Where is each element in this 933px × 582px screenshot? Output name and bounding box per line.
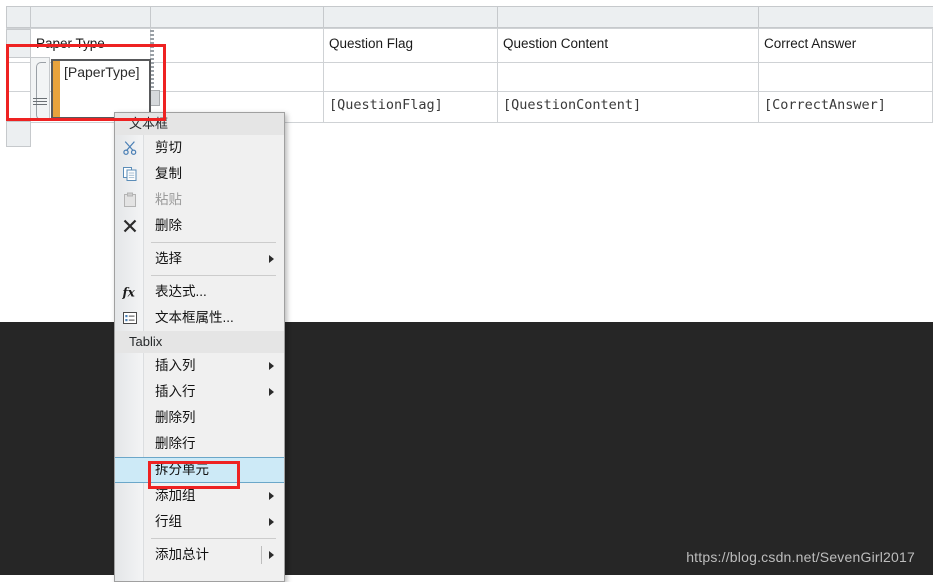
context-menu[interactable]: 文本框 剪切 复制 粘贴 删除 选择 fx 表达式... 文本框属性... Ta… xyxy=(114,112,285,582)
menu-separator xyxy=(151,275,276,276)
chevron-right-icon xyxy=(269,255,274,263)
chevron-right-icon xyxy=(269,388,274,396)
row-group-bracket[interactable] xyxy=(30,57,50,121)
menu-item-insert-column-label: 插入列 xyxy=(155,358,196,373)
header-cell-question-content[interactable]: Question Content xyxy=(503,36,608,51)
menu-item-expression-label: 表达式... xyxy=(155,284,207,299)
menu-item-row-group[interactable]: 行组 xyxy=(115,509,284,535)
row-group-bracket-shape xyxy=(36,62,46,120)
menu-item-textbox-properties[interactable]: 文本框属性... xyxy=(115,305,284,331)
menu-item-paste[interactable]: 粘贴 xyxy=(115,187,284,213)
menu-item-cut[interactable]: 剪切 xyxy=(115,135,284,161)
menu-separator xyxy=(151,242,276,243)
column-handle-2[interactable] xyxy=(150,6,324,28)
menu-item-split-divider xyxy=(261,546,262,564)
paste-icon xyxy=(121,191,139,209)
context-menu-section-tablix: Tablix xyxy=(115,331,284,353)
column-handle-4[interactable] xyxy=(497,6,759,28)
row-handle-footer[interactable] xyxy=(6,121,31,147)
grid-line-vertical xyxy=(758,28,759,122)
menu-item-delete-row[interactable]: 删除行 xyxy=(115,431,284,457)
menu-item-delete-column[interactable]: 删除列 xyxy=(115,405,284,431)
selected-textbox-value: [PaperType] xyxy=(64,64,140,80)
menu-item-add-total[interactable]: 添加总计 xyxy=(115,542,284,568)
menu-item-select-label: 选择 xyxy=(155,251,182,266)
menu-item-insert-row-label: 插入行 xyxy=(155,384,196,399)
copy-icon xyxy=(121,165,139,183)
menu-separator xyxy=(151,538,276,539)
menu-item-delete-row-label: 删除行 xyxy=(155,436,196,451)
menu-item-add-group-label: 添加组 xyxy=(155,488,196,503)
menu-item-insert-row[interactable]: 插入行 xyxy=(115,379,284,405)
data-cell-correct-answer[interactable]: [CorrectAnswer] xyxy=(764,97,886,113)
menu-item-cut-label: 剪切 xyxy=(155,140,182,155)
menu-item-add-total-label: 添加总计 xyxy=(155,547,209,562)
menu-item-split-cells-label: 拆分单元 xyxy=(155,462,209,477)
properties-icon xyxy=(121,309,139,327)
chevron-right-icon xyxy=(269,362,274,370)
menu-item-copy-label: 复制 xyxy=(155,166,182,181)
chevron-right-icon xyxy=(269,551,274,559)
menu-item-select[interactable]: 选择 xyxy=(115,246,284,272)
menu-item-copy[interactable]: 复制 xyxy=(115,161,284,187)
menu-item-delete[interactable]: 删除 xyxy=(115,213,284,239)
row-group-grip-icon[interactable] xyxy=(33,96,47,107)
grid-line-vertical xyxy=(497,28,498,122)
selection-indicator-bar xyxy=(53,61,60,117)
data-cell-question-content[interactable]: [QuestionContent] xyxy=(503,97,641,113)
header-cell-correct-answer[interactable]: Correct Answer xyxy=(764,36,856,51)
fx-icon: fx xyxy=(121,283,139,301)
selected-textbox[interactable]: [PaperType] xyxy=(51,59,151,119)
scissors-icon xyxy=(121,139,139,157)
column-handle-5[interactable] xyxy=(758,6,933,28)
column-handle-3[interactable] xyxy=(323,6,498,28)
context-menu-section-textbox: 文本框 xyxy=(115,113,284,135)
menu-item-delete-label: 删除 xyxy=(155,218,182,233)
column-handle-1[interactable] xyxy=(30,6,151,28)
menu-item-split-cells[interactable]: 拆分单元 xyxy=(115,457,284,483)
data-cell-question-flag[interactable]: [QuestionFlag] xyxy=(329,97,443,113)
grid-line-horizontal xyxy=(6,28,933,29)
menu-item-add-group[interactable]: 添加组 xyxy=(115,483,284,509)
column-handle-corner[interactable] xyxy=(6,6,31,28)
chevron-right-icon xyxy=(269,518,274,526)
header-cell-paper-type[interactable]: Paper Type xyxy=(36,36,105,51)
menu-item-row-group-label: 行组 xyxy=(155,514,182,529)
menu-item-textbox-properties-label: 文本框属性... xyxy=(155,310,234,325)
svg-text:fx: fx xyxy=(122,286,136,300)
delete-x-icon xyxy=(121,217,139,235)
menu-item-delete-column-label: 删除列 xyxy=(155,410,196,425)
menu-item-expression[interactable]: fx 表达式... xyxy=(115,279,284,305)
grid-line-vertical xyxy=(323,28,324,122)
header-cell-question-flag[interactable]: Question Flag xyxy=(329,36,413,51)
chevron-right-icon xyxy=(269,492,274,500)
menu-item-insert-column[interactable]: 插入列 xyxy=(115,353,284,379)
watermark-url: https://blog.csdn.net/SevenGirl2017 xyxy=(686,549,915,565)
menu-item-paste-label: 粘贴 xyxy=(155,192,182,207)
row-handle-header[interactable] xyxy=(6,29,31,58)
